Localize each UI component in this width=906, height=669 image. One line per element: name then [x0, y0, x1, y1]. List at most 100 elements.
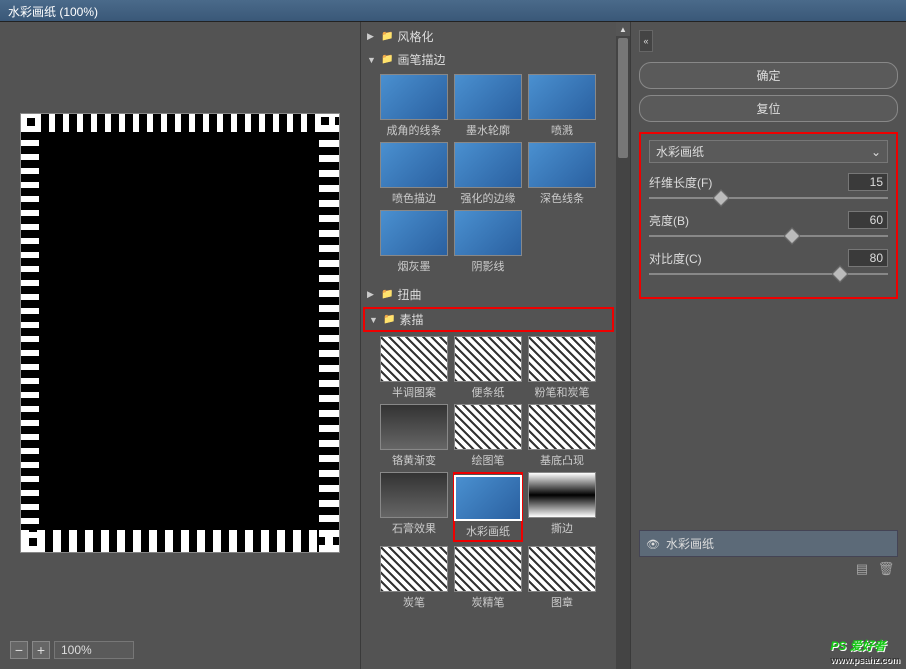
thumb-label: 阴影线 [472, 258, 505, 274]
slider-row: 对比度(C) 80 [649, 249, 888, 275]
filter-thumb[interactable]: 炭精笔 [453, 546, 523, 610]
category-header[interactable]: ▼ 📁 素描 [363, 307, 614, 332]
category-header[interactable]: ▶ 📁 风格化 [363, 26, 614, 47]
scroll-thumb[interactable] [618, 38, 628, 158]
zoom-select[interactable]: 100% [54, 641, 134, 659]
filter-name-dropdown[interactable]: 水彩画纸 ⌄ [649, 140, 888, 163]
filter-thumb[interactable]: 基底凸现 [527, 404, 597, 468]
thumb-image [380, 404, 448, 450]
slider-thumb[interactable] [784, 228, 801, 245]
filter-thumb[interactable]: 撕边 [527, 472, 597, 542]
filter-thumb[interactable]: 阴影线 [453, 210, 523, 274]
chevron-down-icon: ⌄ [871, 145, 881, 159]
thumb-label: 炭精笔 [472, 594, 505, 610]
slider-track[interactable] [649, 235, 888, 237]
thumb-image [528, 142, 596, 188]
filter-thumb[interactable]: 便条纸 [453, 336, 523, 400]
thumb-label: 喷色描边 [392, 190, 436, 206]
thumb-image [454, 475, 522, 521]
gallery-scrollbar[interactable]: ▲ [616, 22, 630, 669]
preview-panel: − + 100% [0, 22, 360, 669]
filter-thumb[interactable]: 水彩画纸 [453, 472, 523, 542]
slider-row: 亮度(B) 60 [649, 211, 888, 237]
slider-value-input[interactable]: 80 [848, 249, 888, 267]
thumb-image [380, 74, 448, 120]
thumb-label: 炭笔 [403, 594, 425, 610]
effect-layers: 水彩画纸 ▤ 🗑 [639, 530, 898, 581]
thumb-label: 强化的边缘 [461, 190, 516, 206]
thumb-label: 半调图案 [392, 384, 436, 400]
thumb-image [454, 74, 522, 120]
category-header[interactable]: ▼ 📁 画笔描边 [363, 49, 614, 70]
slider-row: 纤维长度(F) 15 [649, 173, 888, 199]
thumb-image [380, 472, 448, 518]
thumb-image [454, 210, 522, 256]
slider-thumb[interactable] [712, 190, 729, 207]
category-header[interactable]: ▶ 📁 扭曲 [363, 284, 614, 305]
filter-thumb[interactable]: 喷色描边 [379, 142, 449, 206]
slider-track[interactable] [649, 273, 888, 275]
scroll-up-arrow[interactable]: ▲ [616, 22, 630, 36]
slider-thumb[interactable] [832, 266, 849, 283]
filter-thumb[interactable]: 粉笔和炭笔 [527, 336, 597, 400]
settings-panel: « 确定 复位 水彩画纸 ⌄ 纤维长度(F) 15 亮度(B) 60 对比度(C… [630, 22, 906, 669]
preview-footer: − + 100% [10, 641, 350, 659]
thumb-image [528, 472, 596, 518]
filter-thumb[interactable]: 烟灰墨 [379, 210, 449, 274]
thumb-image [528, 404, 596, 450]
filter-thumb[interactable]: 炭笔 [379, 546, 449, 610]
filter-thumb[interactable]: 墨水轮廓 [453, 74, 523, 138]
thumb-image [380, 546, 448, 592]
effect-layer-item[interactable]: 水彩画纸 [639, 530, 898, 557]
filter-list: ▶ 📁 风格化▼ 📁 画笔描边 成角的线条 墨水轮廓 喷溅 喷色描边 强化的边缘… [361, 22, 616, 669]
thumb-image [454, 404, 522, 450]
zoom-out-button[interactable]: − [10, 641, 28, 659]
preview-area [10, 32, 350, 633]
thumb-label: 便条纸 [472, 384, 505, 400]
effect-layer-label: 水彩画纸 [666, 535, 714, 552]
filter-gallery-panel: ▶ 📁 风格化▼ 📁 画笔描边 成角的线条 墨水轮廓 喷溅 喷色描边 强化的边缘… [360, 22, 630, 669]
thumb-image [528, 74, 596, 120]
filter-settings-box: 水彩画纸 ⌄ 纤维长度(F) 15 亮度(B) 60 对比度(C) 80 [639, 132, 898, 299]
thumb-image [380, 142, 448, 188]
main-area: − + 100% ▶ 📁 风格化▼ 📁 画笔描边 成角的线条 墨水轮廓 喷溅 喷… [0, 22, 906, 669]
collapse-toggle[interactable]: « [639, 30, 653, 52]
category-label: 素描 [399, 311, 423, 328]
filter-thumb[interactable]: 绘图笔 [453, 404, 523, 468]
zoom-in-button[interactable]: + [32, 641, 50, 659]
window-titlebar: 水彩画纸 (100%) [0, 0, 906, 22]
thumb-label: 粉笔和炭笔 [535, 384, 590, 400]
thumb-label: 铬黄渐变 [392, 452, 436, 468]
filter-thumb[interactable]: 强化的边缘 [453, 142, 523, 206]
folder-icon: 📁 [381, 289, 393, 300]
filter-thumb[interactable]: 喷溅 [527, 74, 597, 138]
thumb-image [454, 336, 522, 382]
slider-value-input[interactable]: 15 [848, 173, 888, 191]
filter-thumb[interactable]: 图章 [527, 546, 597, 610]
new-layer-icon[interactable]: ▤ [854, 561, 870, 577]
thumb-label: 烟灰墨 [398, 258, 431, 274]
slider-label: 纤维长度(F) [649, 174, 712, 191]
slider-value-input[interactable]: 60 [848, 211, 888, 229]
slider-track[interactable] [649, 197, 888, 199]
reset-button[interactable]: 复位 [639, 95, 898, 122]
filter-thumb[interactable]: 深色线条 [527, 142, 597, 206]
filter-thumb[interactable]: 铬黄渐变 [379, 404, 449, 468]
folder-icon: 📁 [381, 31, 393, 42]
thumb-label: 成角的线条 [387, 122, 442, 138]
thumb-image [528, 546, 596, 592]
visibility-icon[interactable] [646, 537, 660, 551]
filter-name-label: 水彩画纸 [656, 143, 704, 160]
thumb-image [380, 336, 448, 382]
filter-thumb[interactable]: 石膏效果 [379, 472, 449, 542]
delete-layer-icon[interactable]: 🗑 [878, 561, 894, 577]
thumb-label: 石膏效果 [392, 520, 436, 536]
filter-thumb[interactable]: 半调图案 [379, 336, 449, 400]
thumb-label: 水彩画纸 [466, 523, 510, 539]
thumb-image [454, 546, 522, 592]
slider-label: 对比度(C) [649, 250, 702, 267]
preview-canvas [20, 113, 340, 553]
ok-button[interactable]: 确定 [639, 62, 898, 89]
filter-thumb[interactable]: 成角的线条 [379, 74, 449, 138]
thumb-label: 基底凸现 [540, 452, 584, 468]
